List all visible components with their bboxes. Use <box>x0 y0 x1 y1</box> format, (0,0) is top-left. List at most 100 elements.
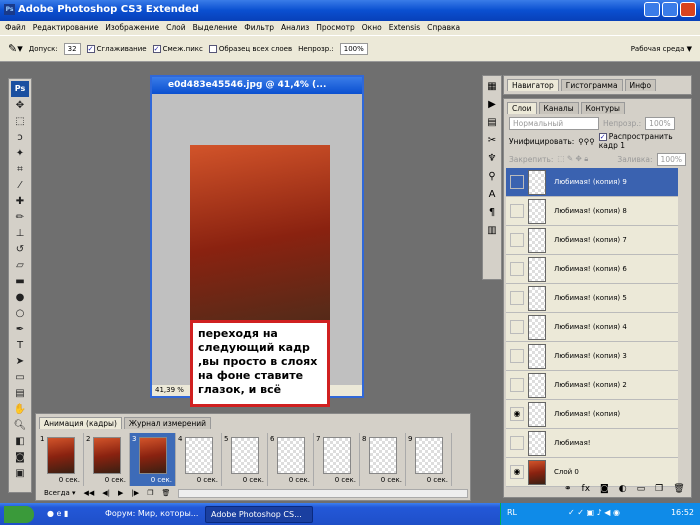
clone-source-icon[interactable]: ⚲ <box>485 170 499 184</box>
menu-item[interactable]: Extensis <box>389 23 420 33</box>
adjustment-icon[interactable]: ◐ <box>619 484 627 494</box>
next-frame-button[interactable]: |▶ <box>131 489 139 497</box>
marquee-tool-icon[interactable]: ⬚ <box>13 115 27 129</box>
layer-row[interactable]: Любимая! (копия) 2 <box>506 371 678 400</box>
shape-tool-icon[interactable]: ▭ <box>13 371 27 385</box>
link-layers-icon[interactable]: ⚭ <box>564 484 572 494</box>
paragraph-icon[interactable]: ¶ <box>485 206 499 220</box>
tab-histogram[interactable]: Гистограмма <box>560 79 623 91</box>
menu-item[interactable]: Анализ <box>281 23 309 33</box>
taskbar-item-forum[interactable]: Форум: Мир, которы... <box>100 506 200 523</box>
zoom-level[interactable]: 41,39 % <box>155 386 184 394</box>
visibility-toggle[interactable] <box>510 378 524 392</box>
animation-frame[interactable]: 1 0 сек. <box>38 433 84 486</box>
animation-frame[interactable]: 6 0 сек. <box>268 433 314 486</box>
eraser-tool-icon[interactable]: ▱ <box>13 259 27 273</box>
mask-icon[interactable]: ◙ <box>600 484 609 494</box>
brushes-icon[interactable]: ♆ <box>485 152 499 166</box>
menu-item[interactable]: Редактирование <box>33 23 98 33</box>
type-tool-icon[interactable]: T <box>13 339 27 353</box>
new-layer-icon[interactable]: ❐ <box>655 484 663 494</box>
tab-animation[interactable]: Анимация (кадры) <box>39 417 122 429</box>
path-select-icon[interactable]: ➤ <box>13 355 27 369</box>
fill-input[interactable]: 100% <box>656 152 686 166</box>
animation-frame[interactable]: 3 0 сек. <box>130 433 176 486</box>
lock-icons[interactable]: ⬚ ✎ ✥ 🔒︎ <box>557 154 588 164</box>
prev-frame-button[interactable]: ◀| <box>102 489 110 497</box>
dodge-tool-icon[interactable]: ○ <box>13 307 27 321</box>
screen-mode-icon[interactable]: ▣ <box>13 467 27 481</box>
fx-icon[interactable]: fx <box>582 484 591 494</box>
maximize-button[interactable] <box>662 2 678 17</box>
actions-icon[interactable]: ▤ <box>485 116 499 130</box>
layer-row[interactable]: Любимая! (копия) 6 <box>506 255 678 284</box>
play-button[interactable]: ▶ <box>118 489 123 497</box>
loop-select[interactable]: Всегда ▾ <box>44 489 76 497</box>
trash-icon[interactable]: 🗑︎ <box>673 484 684 494</box>
contiguous-checkbox[interactable]: ✓ Смеж.пикс <box>152 44 203 53</box>
visibility-toggle[interactable] <box>510 291 524 305</box>
start-button[interactable] <box>4 506 34 523</box>
taskbar-item-photoshop[interactable]: Adobe Photoshop CS... <box>205 506 313 523</box>
layer-row[interactable]: Любимая! <box>506 429 678 458</box>
visibility-toggle[interactable] <box>510 320 524 334</box>
visibility-toggle[interactable] <box>510 349 524 363</box>
layer-comps-icon[interactable]: ▥ <box>485 224 499 238</box>
hand-tool-icon[interactable]: ✋ <box>13 403 27 417</box>
frames-scrollbar[interactable] <box>178 488 468 498</box>
layer-row[interactable]: Любимая! (копия) 5 <box>506 284 678 313</box>
history-brush-icon[interactable]: ↺ <box>13 243 27 257</box>
layer-row[interactable]: Любимая! (копия) 4 <box>506 313 678 342</box>
layer-row[interactable]: Любимая! (копия) 7 <box>506 226 678 255</box>
visibility-toggle[interactable] <box>510 262 524 276</box>
eyedropper-tool-icon[interactable]: ⁄ <box>13 179 27 193</box>
menu-item[interactable]: Изображение <box>105 23 159 33</box>
tab-measurement-log[interactable]: Журнал измерений <box>123 417 212 429</box>
tool-presets-icon[interactable]: ✂ <box>485 134 499 148</box>
document-title[interactable]: e0d483e45546.jpg @ 41,4% (... <box>152 77 362 94</box>
visibility-toggle[interactable] <box>510 204 524 218</box>
tolerance-input[interactable]: 32 <box>63 42 81 55</box>
blur-tool-icon[interactable]: ● <box>13 291 27 305</box>
eye-icon[interactable]: ◉ <box>510 465 524 479</box>
visibility-toggle[interactable] <box>510 233 524 247</box>
color-swatches[interactable]: ◧ <box>13 435 27 449</box>
layer-row[interactable]: ◉ Слой 0 <box>506 458 678 487</box>
animation-frame[interactable]: 9 0 сек. <box>406 433 452 486</box>
animation-frame[interactable]: 4 0 сек. <box>176 433 222 486</box>
magic-wand-tool-icon[interactable]: ✦ <box>13 147 27 161</box>
tab-layers[interactable]: Слои <box>507 102 537 114</box>
visibility-toggle[interactable] <box>510 175 524 189</box>
opacity-input[interactable]: 100% <box>339 42 368 55</box>
blend-mode-select[interactable]: Нормальный <box>509 116 599 130</box>
first-frame-button[interactable]: ◀◀ <box>84 489 95 497</box>
frame-delay[interactable]: 0 сек. <box>335 476 356 484</box>
layer-row[interactable]: Любимая! (копия) 9 <box>506 168 678 197</box>
layer-row[interactable]: Любимая! (копия) 3 <box>506 342 678 371</box>
animation-frame[interactable]: 5 0 сек. <box>222 433 268 486</box>
frame-delay[interactable]: 0 сек. <box>289 476 310 484</box>
menu-item[interactable]: Слой <box>166 23 186 33</box>
menu-item[interactable]: Выделение <box>193 23 238 33</box>
zoom-tool-icon[interactable]: 🔍︎ <box>13 419 27 433</box>
character-icon[interactable]: A <box>485 188 499 202</box>
unify-icons[interactable]: ⚲⚲⚲ <box>578 137 594 146</box>
frame-delay[interactable]: 0 сек. <box>243 476 264 484</box>
close-button[interactable] <box>680 2 696 17</box>
history-icon[interactable]: ▶ <box>485 98 499 112</box>
menu-item[interactable]: Справка <box>427 23 460 33</box>
crop-tool-icon[interactable]: ⌗ <box>13 163 27 177</box>
delete-frame-button[interactable]: 🗑︎ <box>161 489 170 497</box>
layer-row[interactable]: Любимая! (копия) 8 <box>506 197 678 226</box>
quick-mask-icon[interactable]: ◙ <box>13 451 27 465</box>
menu-item[interactable]: Окно <box>362 23 382 33</box>
healing-tool-icon[interactable]: ✚ <box>13 195 27 209</box>
frame-delay[interactable]: 0 сек. <box>59 476 80 484</box>
navigator-icon[interactable]: ▦ <box>485 80 499 94</box>
language-indicator[interactable]: RL <box>507 508 517 520</box>
tab-navigator[interactable]: Навигатор <box>507 79 559 91</box>
layer-row[interactable]: ◉ Любимая! (копия) <box>506 400 678 429</box>
magic-wand-tool-icon[interactable]: ✎▾ <box>8 42 23 55</box>
tab-info[interactable]: Инфо <box>624 79 657 91</box>
all-layers-checkbox[interactable]: Образец всех слоев <box>208 44 292 53</box>
